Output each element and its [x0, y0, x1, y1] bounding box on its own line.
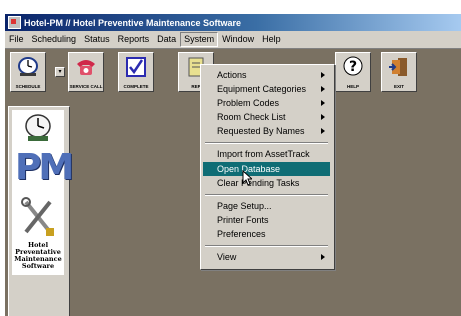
logo-caption: Hotel Preventative Maintenance Software: [12, 242, 64, 270]
menu-bar: File Scheduling Status Reports Data Syst…: [5, 31, 461, 49]
schedule-button[interactable]: SCHEDULE: [10, 52, 46, 92]
wrench-screwdriver-icon: [21, 197, 54, 236]
menu-file[interactable]: File: [5, 32, 28, 47]
menu-window[interactable]: Window: [218, 32, 258, 47]
menu-item-label: Clear Pending Tasks: [217, 178, 300, 188]
menu-item-import-from-assettrack[interactable]: Import from AssetTrack: [203, 147, 330, 161]
submenu-arrow-icon: [321, 86, 325, 92]
logo-clock-icon: [25, 114, 51, 141]
menu-item-problem-codes[interactable]: Problem Codes: [203, 96, 330, 110]
menu-item-label: Import from AssetTrack: [217, 149, 310, 159]
exit-door-icon: [389, 58, 407, 76]
clock-icon: [18, 57, 38, 76]
submenu-arrow-icon: [321, 72, 325, 78]
menu-item-open-database[interactable]: Open Database: [203, 162, 330, 176]
service-call-button[interactable]: SERVICE CALL: [68, 52, 104, 92]
menu-scheduling[interactable]: Scheduling: [28, 32, 81, 47]
menu-item-label: Equipment Categories: [217, 84, 307, 94]
logo: PM Hotel Preventative Maintenance Softwa…: [12, 110, 74, 275]
menu-item-label: Preferences: [217, 229, 266, 239]
question-icon: ?: [343, 56, 363, 76]
menu-item-preferences[interactable]: Preferences: [203, 227, 330, 241]
menu-status[interactable]: Status: [80, 32, 114, 47]
menu-item-label: Actions: [217, 70, 247, 80]
menu-system[interactable]: System: [180, 32, 219, 47]
schedule-button-label: SCHEDULE: [15, 84, 41, 89]
schedule-dropdown-arrow[interactable]: ▾: [55, 67, 65, 77]
system-menu-dropdown: Actions Equipment Categories Problem Cod…: [200, 64, 335, 270]
menu-item-page-setup[interactable]: Page Setup...: [203, 199, 330, 213]
submenu-arrow-icon: [321, 128, 325, 134]
checkbox-icon: [126, 57, 146, 77]
submenu-arrow-icon: [321, 100, 325, 106]
app-icon[interactable]: [8, 16, 21, 29]
help-button-label: HELP: [346, 84, 359, 89]
menu-item-actions[interactable]: Actions: [203, 68, 330, 82]
title-bar[interactable]: Hotel-PM // Hotel Preventive Maintenance…: [5, 14, 461, 31]
menu-item-label: View: [217, 252, 237, 262]
exit-button-label: EXIT: [393, 84, 404, 89]
logo-pm-letters: PM: [15, 147, 74, 188]
menu-item-label: Requested By Names: [217, 126, 305, 136]
submenu-arrow-icon: [321, 114, 325, 120]
menu-item-clear-pending-tasks[interactable]: Clear Pending Tasks: [203, 176, 330, 190]
menu-reports[interactable]: Reports: [114, 32, 154, 47]
menu-item-label: Page Setup...: [217, 201, 272, 211]
help-button[interactable]: ? HELP: [335, 52, 371, 92]
window-title: Hotel-PM // Hotel Preventive Maintenance…: [24, 17, 242, 28]
service-call-button-label: SERVICE CALL: [69, 84, 103, 89]
menu-item-requested-by-names[interactable]: Requested By Names: [203, 124, 330, 138]
logo-caption-line: Software: [21, 262, 55, 270]
menu-separator: [205, 142, 328, 144]
mouse-cursor-icon: [242, 170, 252, 186]
menu-item-label: Room Check List: [217, 112, 286, 122]
telephone-icon: [77, 60, 95, 75]
app-window: Hotel-PM // Hotel Preventive Maintenance…: [5, 14, 461, 316]
menu-item-room-check-list[interactable]: Room Check List: [203, 110, 330, 124]
menu-separator: [205, 194, 328, 196]
menu-item-label: Printer Fonts: [217, 215, 269, 225]
menu-item-equipment-categories[interactable]: Equipment Categories: [203, 82, 330, 96]
svg-text:?: ?: [349, 59, 357, 75]
complete-button[interactable]: COMPLETE: [118, 52, 154, 92]
menu-item-printer-fonts[interactable]: Printer Fonts: [203, 213, 330, 227]
submenu-arrow-icon: [321, 254, 325, 260]
logo-panel: PM Hotel Preventative Maintenance Softwa…: [8, 106, 74, 316]
complete-button-label: COMPLETE: [123, 84, 149, 89]
menu-item-label: Problem Codes: [217, 98, 280, 108]
exit-button[interactable]: EXIT: [381, 52, 417, 92]
menu-separator: [205, 245, 328, 247]
menu-help[interactable]: Help: [258, 32, 285, 47]
menu-item-view[interactable]: View: [203, 250, 330, 264]
menu-data[interactable]: Data: [153, 32, 180, 47]
